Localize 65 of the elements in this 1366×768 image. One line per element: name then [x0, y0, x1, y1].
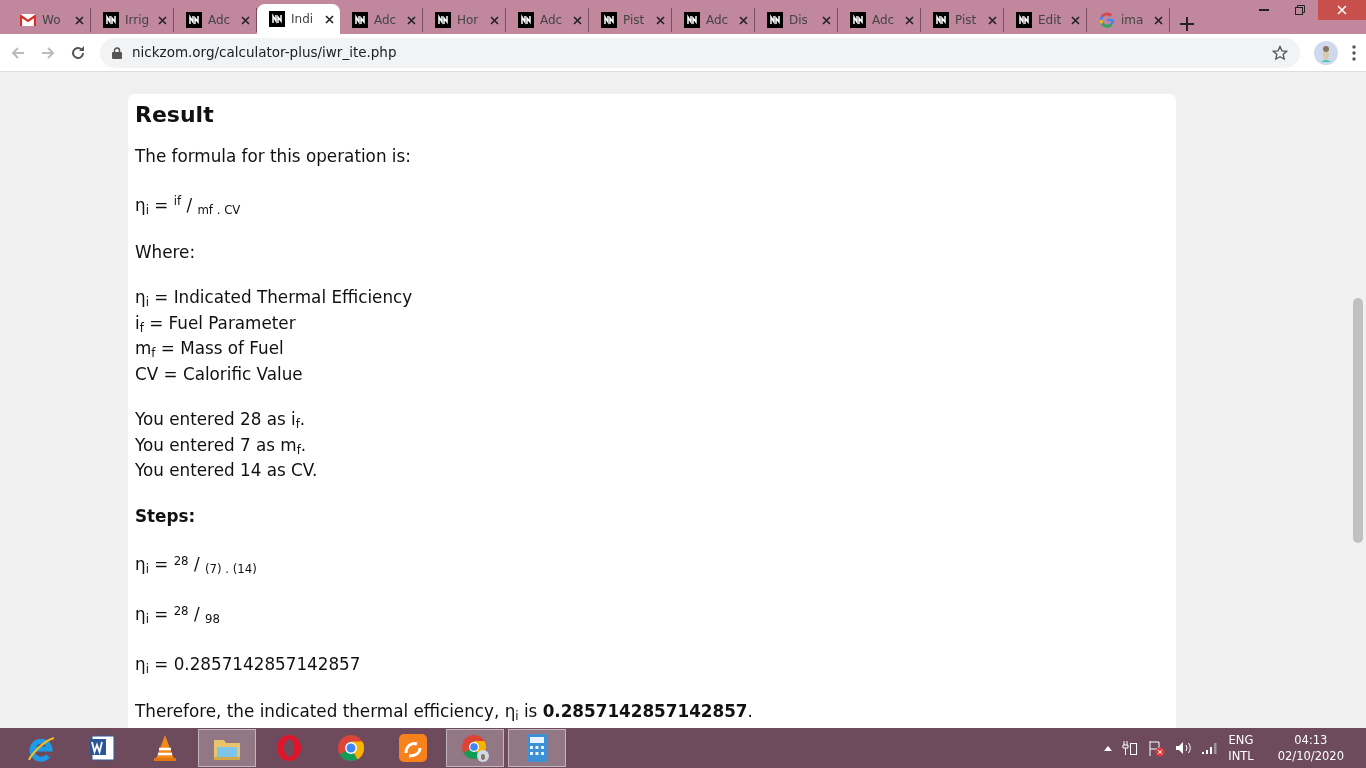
section-heading: Steps: [135, 504, 197, 528]
scrollbar-thumb[interactable] [1352, 298, 1363, 543]
browser-tab[interactable]: Pist [921, 8, 1004, 32]
result-text: You entered 28 as i$_{f}$. [135, 408, 307, 433]
result-text: CV = Calorific Value [135, 362, 304, 386]
language-indicator[interactable]: ENG INTL [1228, 732, 1254, 764]
browser-tab[interactable]: Adc [340, 8, 423, 32]
close-icon[interactable] [325, 14, 334, 24]
result-text: You entered 14 as CV. [135, 459, 319, 483]
result-text: m$_{f}$ = Mass of Fuel [135, 337, 285, 362]
browser-tab[interactable]: Adc [672, 8, 755, 32]
site-icon [684, 12, 700, 28]
calculator-icon[interactable] [508, 729, 566, 767]
close-icon [1337, 5, 1347, 15]
menu-icon[interactable] [1352, 44, 1356, 61]
mail-icon [20, 14, 36, 26]
site-icon [767, 12, 783, 28]
result-text: The formula for this operation is: [135, 145, 412, 169]
site-icon [103, 12, 119, 28]
result-heading: Result [135, 102, 215, 129]
site-icon [1016, 12, 1032, 28]
caret-icon[interactable] [1104, 745, 1113, 751]
result-text: You entered 7 as m$_{f}$. [135, 433, 308, 459]
result-text: Where: [135, 240, 197, 264]
flag-icon[interactable] [1148, 739, 1166, 757]
reload-icon[interactable] [70, 44, 86, 61]
clock[interactable]: 04:13 02/10/2020 [1277, 732, 1344, 764]
signal-icon[interactable] [1202, 742, 1219, 754]
browser-tab[interactable]: Irrig [91, 8, 174, 32]
site-icon [850, 12, 866, 28]
restore-icon[interactable] [1295, 5, 1305, 15]
google-icon [1099, 12, 1115, 28]
new-tab-icon[interactable] [1180, 17, 1194, 31]
browser-tab[interactable]: Indi [257, 4, 340, 34]
result-text: Therefore, the indicated thermal efficiency, η$_{i}$ is 0.2857142857142857. [135, 700, 754, 725]
browser-tab[interactable]: Adc [838, 8, 921, 32]
avatar-icon[interactable] [1314, 40, 1338, 65]
site-icon [933, 12, 949, 28]
browser-tab[interactable]: Pist [589, 8, 672, 32]
speaker-icon[interactable] [1175, 741, 1193, 755]
site-icon [352, 12, 368, 28]
address-bar[interactable]: nickzom.org/calculator-plus/iwr_ite.php [100, 37, 1300, 68]
site-icon [186, 12, 202, 28]
site-icon [518, 12, 534, 28]
lock-icon [112, 46, 122, 59]
formula-text: η$_{i}$ = $^{if}$ / $_{mf . CV}$ [135, 193, 242, 219]
url-text: nickzom.org/calculator-plus/iwr_ite.php [132, 43, 397, 63]
browser-tab[interactable]: Adc [174, 8, 257, 32]
browser-tab[interactable]: ima [1087, 8, 1170, 32]
browser-tab[interactable]: Dis [755, 8, 838, 32]
site-icon [269, 11, 285, 27]
browser-tab[interactable]: Wo [8, 8, 91, 32]
browser-tab[interactable]: Edit [1004, 8, 1087, 32]
browser-tab[interactable]: Adc [506, 8, 589, 32]
result-text: η$_{i}$ = Indicated Thermal Efficiency [135, 286, 414, 311]
formula-text: η$_{i}$ = $^{28}$ / $_{98}$ [135, 602, 221, 629]
formula-text: η$_{i}$ = 0.2857142857142857 [135, 653, 362, 679]
battery-icon[interactable] [1122, 740, 1139, 756]
browser-icon[interactable] [446, 729, 504, 767]
site-icon [601, 12, 617, 28]
browser-tab[interactable]: Hor [423, 8, 506, 32]
result-text: i$_{f}$ = Fuel Parameter [135, 311, 297, 337]
formula-text: η$_{i}$ = $^{28}$ / $_{(7) . (14)}$ [135, 552, 258, 579]
star-icon[interactable] [1272, 44, 1288, 61]
site-icon [435, 12, 451, 28]
